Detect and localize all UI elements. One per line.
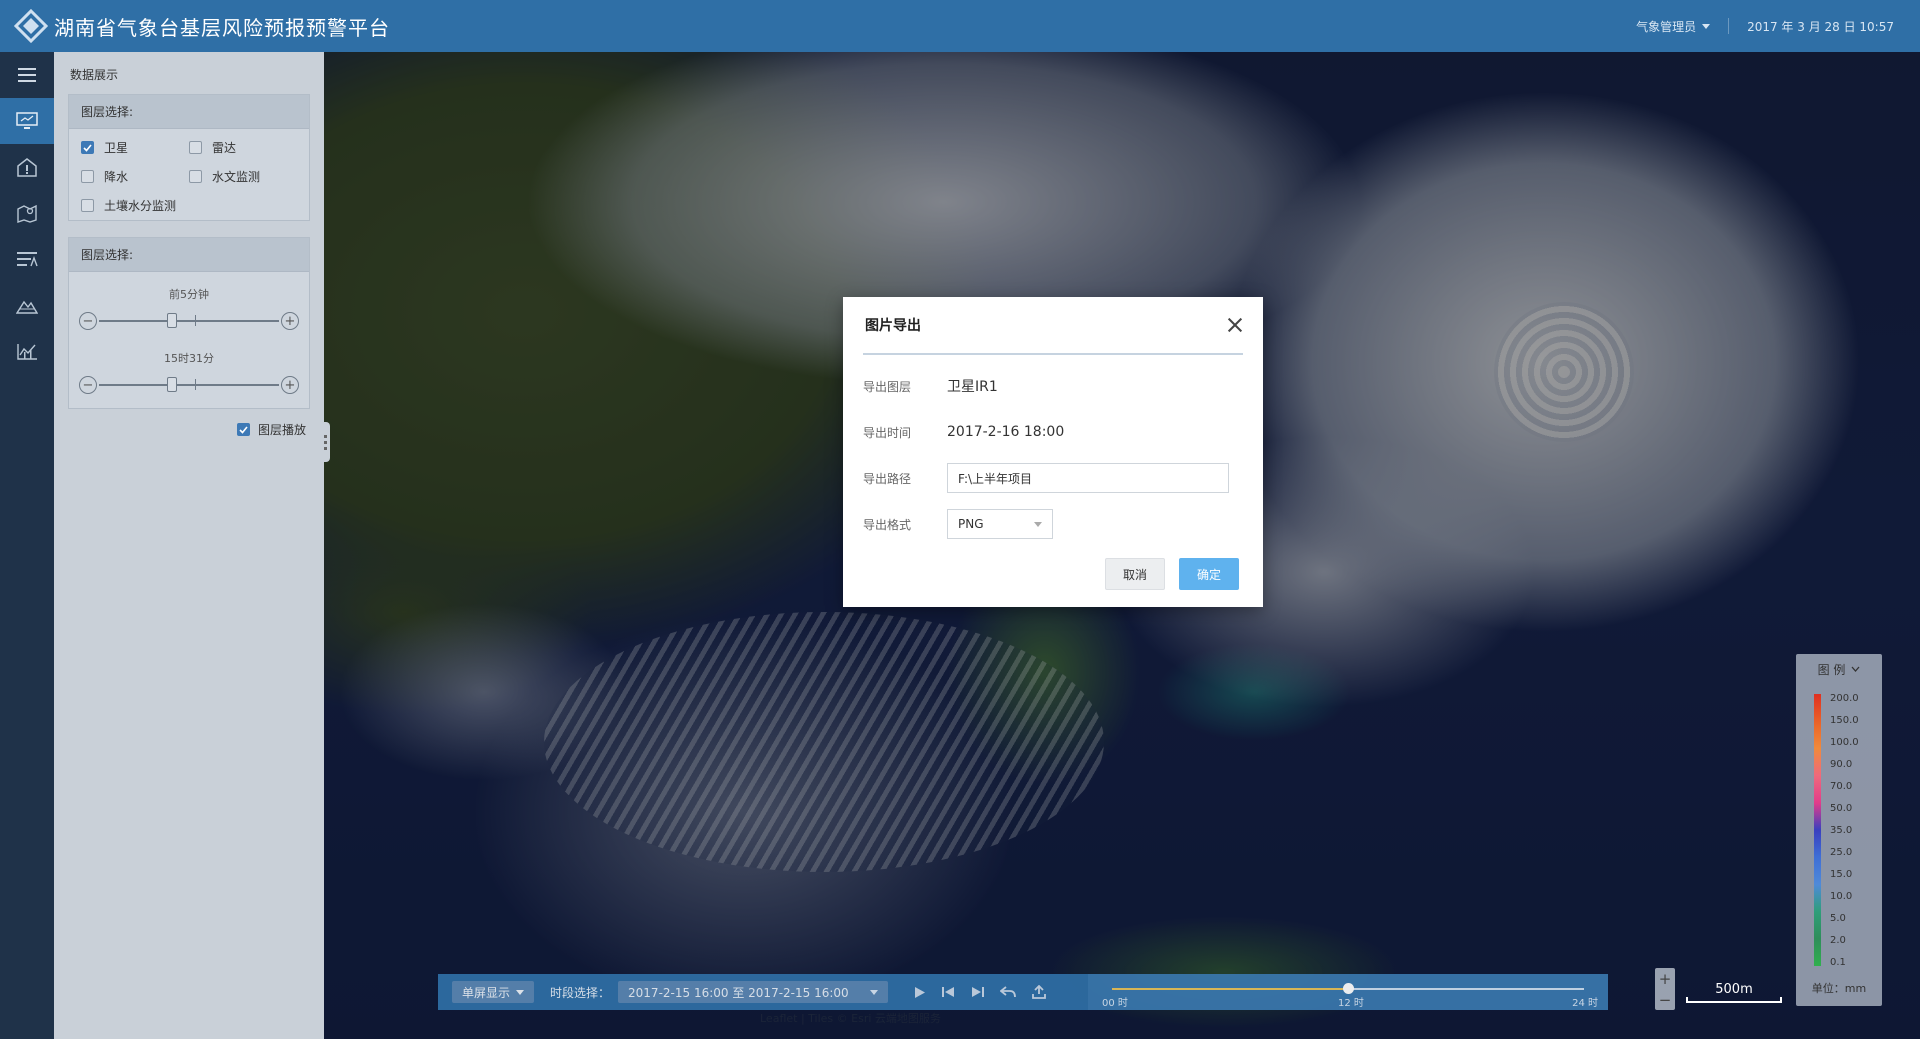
export-format-label: 导出格式 [863, 517, 912, 532]
export-path-input[interactable] [947, 463, 1229, 493]
export-image-dialog: 图片导出 导出图层 卫星IR1 导出时间 2017-2-16 18:00 导出路… [843, 297, 1263, 607]
export-time-label: 导出时间 [863, 425, 912, 440]
dialog-title: 图片导出 [865, 318, 921, 334]
export-layer-label: 导出图层 [863, 379, 912, 394]
chevron-down-icon [1034, 521, 1042, 527]
export-layer-value: 卫星IR1 [947, 379, 998, 395]
modal-layer: 图片导出 导出图层 卫星IR1 导出时间 2017-2-16 18:00 导出路… [0, 0, 1920, 1039]
export-time-value: 2017-2-16 18:00 [947, 424, 1065, 440]
export-format-select[interactable]: PNG [947, 509, 1053, 539]
close-icon[interactable] [1227, 317, 1243, 333]
cancel-button[interactable]: 取消 [1105, 558, 1165, 590]
confirm-button[interactable]: 确定 [1179, 558, 1239, 590]
export-path-label: 导出路径 [863, 471, 912, 486]
export-format-value: PNG [958, 517, 984, 531]
